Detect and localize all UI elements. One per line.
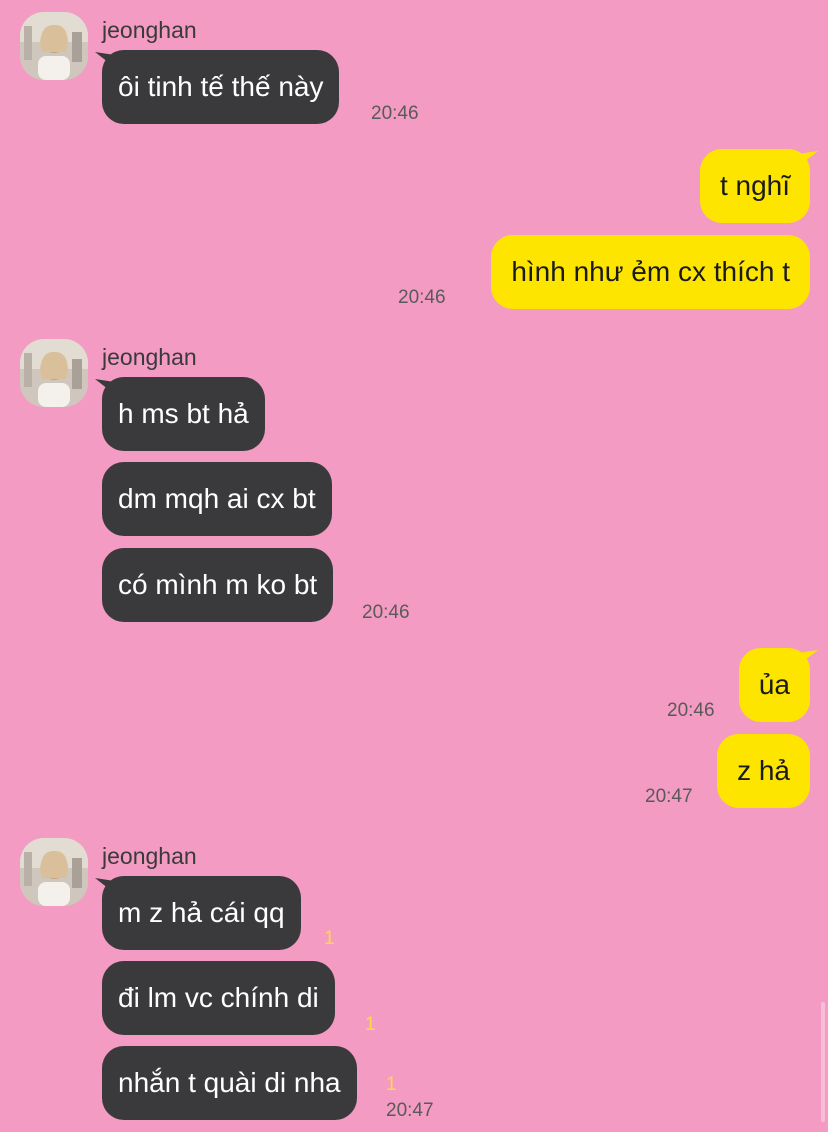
- message-bubble[interactable]: dm mqh ai cx bt: [102, 462, 332, 536]
- message-timestamp: 20:47: [386, 1100, 434, 1121]
- message-timestamp: 20:46: [398, 287, 446, 308]
- message-bubble[interactable]: đi lm vc chính di: [102, 961, 335, 1035]
- scrollbar[interactable]: [821, 1002, 825, 1122]
- sender-name: jeonghan: [102, 17, 197, 43]
- message-timestamp: 20:47: [645, 786, 693, 807]
- message-timestamp: 20:46: [362, 602, 410, 623]
- avatar[interactable]: [20, 12, 88, 80]
- message-bubble[interactable]: m z hả cái qq: [102, 876, 301, 950]
- unread-count: 1: [386, 1074, 397, 1095]
- avatar[interactable]: [20, 838, 88, 906]
- message-bubble[interactable]: z hả: [717, 734, 810, 808]
- message-timestamp: 20:46: [371, 103, 419, 124]
- message-bubble[interactable]: t nghĩ: [699, 149, 810, 223]
- message-bubble[interactable]: hình như ẻm cx thích t: [491, 235, 810, 309]
- sender-name: jeonghan: [102, 344, 197, 370]
- avatar[interactable]: [20, 339, 88, 407]
- unread-count: 1: [365, 1014, 376, 1035]
- message-bubble[interactable]: ủa: [738, 648, 810, 722]
- message-bubble[interactable]: h ms bt hả: [102, 377, 265, 451]
- sender-name: jeonghan: [102, 843, 197, 869]
- message-bubble[interactable]: nhắn t quài di nha: [102, 1046, 357, 1120]
- message-timestamp: 20:46: [667, 700, 715, 721]
- message-bubble[interactable]: ôi tinh tế thế này: [102, 50, 340, 124]
- message-bubble[interactable]: có mình m ko bt: [102, 548, 334, 622]
- unread-count: 1: [324, 928, 335, 949]
